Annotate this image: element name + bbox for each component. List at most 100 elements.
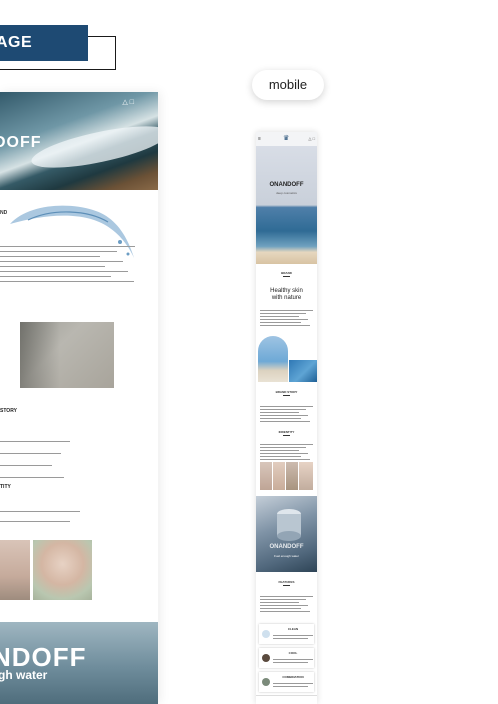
text-line bbox=[260, 450, 300, 451]
text-line bbox=[260, 596, 313, 597]
desktop-brand-heading: ND bbox=[0, 210, 8, 216]
text-line bbox=[260, 319, 309, 320]
text-line bbox=[0, 251, 118, 252]
mobile-bottom-strip bbox=[256, 695, 317, 704]
text-line bbox=[260, 325, 311, 326]
water-image bbox=[289, 360, 317, 382]
text-line bbox=[260, 444, 313, 445]
text-line bbox=[260, 447, 307, 448]
desktop-texture-photo bbox=[20, 322, 114, 388]
text-line bbox=[0, 477, 64, 478]
desktop-identity-text bbox=[0, 502, 80, 522]
text-line bbox=[260, 453, 309, 454]
feature-card-title: CLEAN bbox=[287, 627, 299, 631]
desktop-story-text bbox=[0, 430, 70, 478]
desktop-identity-heading: TITY bbox=[0, 484, 11, 490]
text-line bbox=[273, 638, 308, 639]
text-line bbox=[260, 421, 311, 422]
text-line bbox=[273, 683, 313, 684]
text-line bbox=[260, 456, 302, 457]
mobile-mockup: ≡ ♛ △ □ ONANDOFF deep cosmetics BRAND He… bbox=[256, 132, 317, 704]
text-line bbox=[0, 256, 100, 257]
text-line bbox=[273, 662, 308, 663]
mobile-pill: mobile bbox=[252, 70, 324, 100]
text-line bbox=[260, 459, 311, 460]
model-photo-1 bbox=[0, 540, 30, 600]
mobile-header-icons: △ □ bbox=[308, 136, 315, 141]
model-thumb-1 bbox=[260, 462, 272, 490]
text-line bbox=[260, 406, 313, 407]
text-line bbox=[273, 686, 308, 687]
model-thumb-3 bbox=[286, 462, 298, 490]
mobile-brand-story-label: BRAND STORY bbox=[275, 390, 298, 394]
product-jar-image bbox=[277, 509, 301, 541]
page-label: AGE bbox=[0, 25, 88, 61]
mobile-brand-text bbox=[260, 308, 313, 330]
user-icon[interactable]: △ bbox=[308, 136, 311, 141]
mobile-hero-title: ONANDOFF bbox=[269, 182, 304, 188]
feature-card-combination: COMBINATION bbox=[259, 672, 314, 692]
desktop-product-banner: NDOFF gh water bbox=[0, 622, 158, 704]
desktop-mockup: DOFF △ □ ND STORY TITY NDOFF gh water bbox=[0, 92, 158, 704]
mobile-story-text bbox=[260, 404, 313, 422]
model-thumb-2 bbox=[273, 462, 285, 490]
feature-card-title: COMBINATION bbox=[282, 675, 304, 679]
feature-card-cool: COOL bbox=[259, 648, 314, 668]
page-label-text: AGE bbox=[0, 34, 33, 51]
mobile-healthy-heading: Healthy skin with nature bbox=[256, 288, 317, 302]
text-line bbox=[0, 521, 70, 522]
desktop-header-icons: △ □ bbox=[122, 98, 134, 106]
text-line bbox=[260, 599, 307, 600]
feature-card-title: COOL bbox=[288, 651, 298, 655]
text-line bbox=[260, 322, 302, 323]
healthy-line-1: Healthy skin bbox=[270, 288, 303, 294]
cart-icon[interactable]: □ bbox=[313, 136, 315, 141]
text-line bbox=[260, 310, 313, 311]
mobile-features-text bbox=[260, 594, 313, 616]
cool-icon bbox=[262, 654, 270, 662]
text-line bbox=[260, 608, 302, 609]
mobile-hero-image: ONANDOFF deep cosmetics bbox=[256, 146, 317, 264]
text-line bbox=[0, 271, 129, 272]
clean-icon bbox=[262, 630, 270, 638]
text-line bbox=[260, 316, 300, 317]
text-line bbox=[0, 246, 135, 247]
model-photo-2 bbox=[33, 540, 92, 600]
mobile-product-sub: Fuel enough water bbox=[274, 554, 299, 558]
mobile-features-label: FEATURES bbox=[278, 580, 295, 584]
text-line bbox=[273, 635, 313, 636]
desktop-story-heading: STORY bbox=[0, 408, 17, 414]
desktop-hero-image: DOFF △ □ bbox=[0, 92, 158, 190]
divider bbox=[283, 395, 290, 396]
mobile-product-banner: ONANDOFF Fuel enough water bbox=[256, 496, 317, 572]
divider bbox=[283, 276, 290, 277]
text-line bbox=[0, 465, 52, 466]
text-line bbox=[260, 412, 300, 413]
divider bbox=[283, 585, 290, 586]
feature-card-text bbox=[273, 633, 313, 639]
text-line bbox=[0, 281, 134, 282]
feature-card-text bbox=[273, 657, 313, 663]
text-line bbox=[0, 441, 70, 442]
mobile-brand-label: BRAND bbox=[281, 271, 292, 275]
feature-card-clean: CLEAN bbox=[259, 624, 314, 644]
text-line bbox=[0, 276, 111, 277]
mobile-hero-subtitle: deep cosmetics bbox=[276, 191, 297, 195]
combination-icon bbox=[262, 678, 270, 686]
desktop-hero-brand: DOFF bbox=[0, 134, 42, 151]
text-line bbox=[260, 313, 307, 314]
wave-foam bbox=[28, 117, 158, 177]
menu-icon[interactable]: ≡ bbox=[258, 136, 261, 142]
feature-card-text bbox=[273, 681, 313, 687]
text-line bbox=[260, 418, 302, 419]
text-line bbox=[0, 453, 61, 454]
cart-icon: □ bbox=[129, 99, 134, 106]
crown-logo-icon[interactable]: ♛ bbox=[283, 134, 289, 142]
model-thumb-4 bbox=[299, 462, 313, 490]
text-line bbox=[0, 266, 106, 267]
text-line bbox=[260, 409, 307, 410]
divider bbox=[283, 435, 290, 436]
text-line bbox=[260, 611, 311, 612]
leaf-shadow bbox=[20, 322, 60, 388]
text-line bbox=[260, 605, 309, 606]
